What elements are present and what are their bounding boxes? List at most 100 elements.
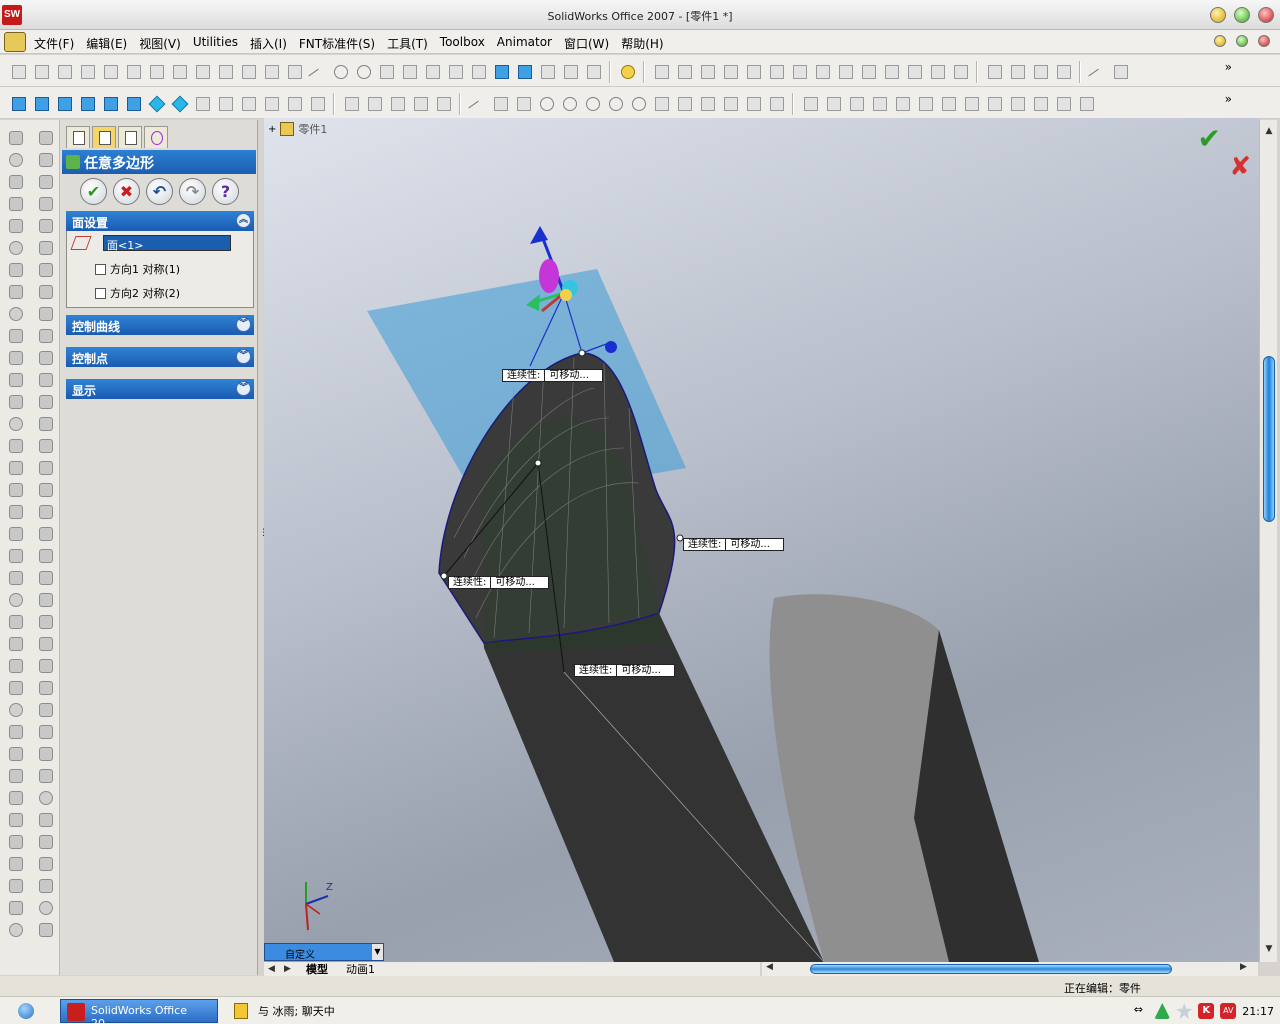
control-curves-header[interactable]: 控制曲线 ︾ — [66, 315, 254, 335]
smart-dimension-icon[interactable] — [433, 93, 453, 113]
revolved-surface-icon[interactable] — [36, 172, 54, 190]
replace-face-icon[interactable] — [36, 436, 54, 454]
shut-off-surface-icon[interactable] — [36, 722, 54, 740]
reference-plane-icon[interactable] — [6, 788, 24, 806]
center-mark-icon[interactable] — [927, 61, 947, 81]
construction-geometry-icon[interactable] — [984, 93, 1004, 113]
start-orb-icon[interactable] — [18, 1003, 34, 1019]
scroll-left-arrow-icon[interactable]: ◀ — [766, 962, 773, 972]
thickness-analysis-icon[interactable] — [36, 876, 54, 894]
draft-analysis-icon[interactable] — [36, 854, 54, 872]
mirror-entities-icon[interactable] — [1007, 93, 1027, 113]
zebra-stripes-icon[interactable] — [36, 832, 54, 850]
drawing-icon[interactable] — [215, 61, 235, 81]
window-cascade-icon[interactable] — [583, 61, 603, 81]
linear-pattern-feature-icon[interactable] — [6, 568, 24, 586]
tab-model[interactable]: 模型 — [300, 961, 334, 977]
projected-curve-icon[interactable] — [6, 722, 24, 740]
extend-surface-icon[interactable] — [36, 348, 54, 366]
direction1-symmetry-row[interactable]: 方向1 对称(1) — [95, 261, 180, 277]
property-manager-tab[interactable] — [92, 126, 116, 148]
view-orientation-select[interactable]: 自定义 ▼ — [264, 943, 384, 961]
partial-ellipse-icon[interactable] — [674, 93, 694, 113]
library-feature-icon[interactable] — [6, 898, 24, 916]
table-icon[interactable] — [422, 61, 442, 81]
radiate-surface-icon[interactable] — [36, 304, 54, 322]
taskbar-chat-button[interactable]: 与 冰雨; 聊天中 — [228, 999, 378, 1023]
undercut-detection-icon[interactable] — [36, 766, 54, 784]
continuity-callout[interactable]: 连续性: 可移动... — [448, 576, 550, 589]
menu-tools[interactable]: 工具(T) — [381, 34, 434, 53]
note-icon[interactable] — [789, 61, 809, 81]
line-icon[interactable] — [467, 93, 487, 113]
tab-animation1[interactable]: 动画1 — [340, 961, 381, 977]
dimxpert-manager-tab[interactable] — [144, 126, 168, 148]
collapse-chevron-icon[interactable]: ︽ — [236, 213, 251, 228]
redo-icon[interactable] — [353, 61, 373, 81]
tray-antivirus-icon[interactable]: AV — [1220, 1003, 1237, 1019]
new-file-icon[interactable] — [8, 61, 28, 81]
select-arrow-icon[interactable] — [341, 93, 361, 113]
tangent-arc-icon[interactable] — [605, 93, 625, 113]
dimension-icon[interactable] — [651, 61, 671, 81]
point-icon[interactable] — [743, 93, 763, 113]
vertical-scroll-thumb[interactable] — [1263, 356, 1275, 522]
menu-file[interactable]: 文件(F) — [28, 34, 80, 53]
mass-properties-icon[interactable] — [36, 920, 54, 938]
balloon-icon[interactable] — [812, 61, 832, 81]
menu-utilities[interactable]: Utilities — [187, 34, 244, 53]
front-view-icon[interactable] — [8, 93, 28, 113]
3point-arc-icon[interactable] — [628, 93, 648, 113]
perimeter-circle-icon[interactable] — [559, 93, 579, 113]
helix-icon[interactable] — [6, 766, 24, 784]
continuity-value[interactable]: 可移动... — [617, 664, 676, 677]
undo-icon[interactable] — [330, 61, 350, 81]
delete-icon[interactable] — [307, 61, 327, 81]
doc-close-button[interactable] — [1258, 35, 1270, 47]
toolbar-overflow-chevron[interactable]: » — [1225, 60, 1232, 74]
direction1-symmetry-checkbox[interactable] — [95, 263, 106, 275]
curve-pattern-icon[interactable] — [6, 634, 24, 652]
table-pattern-icon[interactable] — [6, 678, 24, 696]
bottom-view-icon[interactable] — [123, 93, 143, 113]
taskbar-solidworks-button[interactable]: SolidWorks Office 20... — [60, 999, 218, 1024]
expand-chevron-icon[interactable]: ︾ — [236, 349, 251, 364]
tolerance-icon[interactable] — [904, 61, 924, 81]
dropdown-arrow-icon[interactable]: ▼ — [371, 944, 383, 960]
hole-icon[interactable] — [6, 414, 24, 432]
menu-insert[interactable]: 插入(I) — [244, 34, 293, 53]
mid-surface-icon[interactable] — [36, 480, 54, 498]
help-button[interactable]: ? — [212, 178, 239, 205]
parabola-icon[interactable] — [697, 93, 717, 113]
continuity-value[interactable]: 可移动... — [545, 369, 604, 382]
menu-animator[interactable]: Animator — [491, 34, 558, 53]
control-points-header[interactable]: 控制点 ︾ — [66, 347, 254, 367]
baseline-dim-icon[interactable] — [720, 61, 740, 81]
untrim-surface-icon[interactable] — [36, 392, 54, 410]
thicken-icon[interactable] — [36, 524, 54, 542]
display-header[interactable]: 显示 ︾ — [66, 379, 254, 399]
continuity-value[interactable]: 可移动... — [726, 538, 785, 551]
hatch-icon[interactable] — [1030, 61, 1050, 81]
fillet-icon[interactable] — [6, 304, 24, 322]
extend-icon[interactable] — [938, 93, 958, 113]
save-icon[interactable] — [54, 61, 74, 81]
window-tile-icon[interactable] — [560, 61, 580, 81]
pin-icon[interactable] — [1110, 61, 1130, 81]
weld-symbol-icon[interactable] — [858, 61, 878, 81]
configuration-manager-tab[interactable] — [118, 126, 142, 148]
vertical-scrollbar[interactable]: ▲ ▼ — [1259, 120, 1277, 962]
text-icon[interactable] — [800, 93, 820, 113]
rib-icon[interactable] — [6, 348, 24, 366]
rebuild-icon[interactable] — [146, 61, 166, 81]
measure-icon[interactable] — [36, 898, 54, 916]
combine-icon[interactable] — [36, 590, 54, 608]
minimize-button[interactable] — [1210, 7, 1226, 23]
spline-icon[interactable] — [720, 93, 740, 113]
horizontal-scrollbar[interactable]: ◀ ▶ — [762, 962, 1258, 976]
curvature-icon[interactable] — [36, 810, 54, 828]
scroll-right-arrow-icon[interactable]: ▶ — [1240, 962, 1247, 972]
sketch-grid-icon[interactable] — [364, 93, 384, 113]
four-view-icon[interactable] — [284, 93, 304, 113]
revolved-cut-icon[interactable] — [6, 238, 24, 256]
